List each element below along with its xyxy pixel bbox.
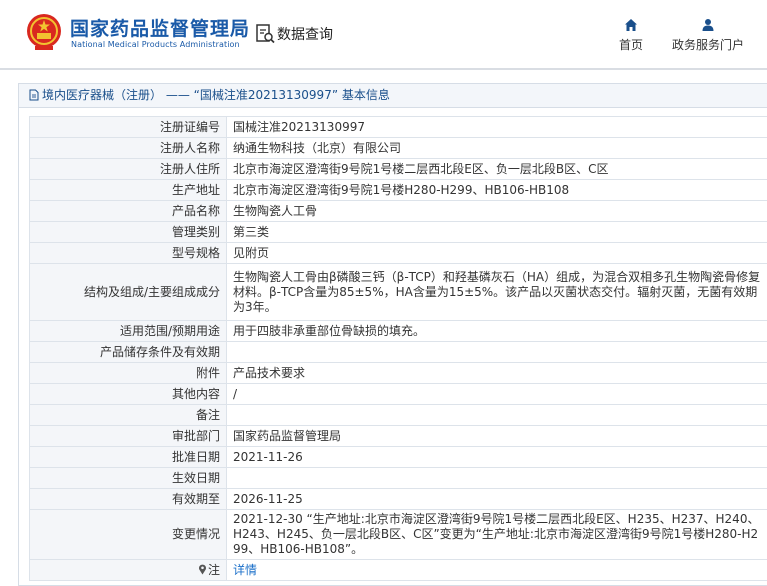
table-row: 注册人名称 纳通生物科技（北京）有限公司 [29, 137, 767, 159]
field-value: 见附页 [226, 242, 767, 264]
field-value: 国械注准20213130997 [226, 116, 767, 138]
field-label: 注册人住所 [29, 158, 227, 180]
field-value: 2026-11-25 [226, 488, 767, 510]
field-value: 2021-11-26 [226, 446, 767, 468]
field-value [226, 404, 767, 426]
field-value: 第三类 [226, 221, 767, 243]
registration-info-table: 注册证编号 国械注准20213130997 注册人名称 纳通生物科技（北京）有限公司… [29, 116, 767, 581]
field-value [226, 467, 767, 489]
field-value: 纳通生物科技（北京）有限公司 [226, 137, 767, 159]
field-value: 北京市海淀区澄湾街9号院1号楼H280-H299、HB106-HB108 [226, 179, 767, 201]
field-label: 生效日期 [29, 467, 227, 489]
field-value: 生物陶瓷人工骨由β磷酸三钙（β-TCP）和羟基磷灰石（HA）组成，为混合双相多孔… [226, 263, 767, 321]
table-row: 附件 产品技术要求 [29, 362, 767, 384]
field-label: 适用范围/预期用途 [29, 320, 227, 342]
document-search-icon [256, 24, 275, 44]
nav-home-label: 首页 [618, 38, 643, 52]
field-label: 批准日期 [29, 446, 227, 468]
field-label: 附件 [29, 362, 227, 384]
user-icon [702, 19, 714, 31]
table-row: 产品储存条件及有效期 [29, 341, 767, 363]
field-label: 产品储存条件及有效期 [29, 341, 227, 363]
field-value: 产品技术要求 [226, 362, 767, 384]
detail-panel: 境内医疗器械（注册） —— “国械注准20213130997” 基本信息 注册证… [18, 83, 767, 586]
table-row: 其他内容 / [29, 383, 767, 405]
details-link[interactable]: 详情 [226, 559, 767, 581]
field-label: 有效期至 [29, 488, 227, 510]
field-label: 变更情况 [29, 509, 227, 560]
field-value [226, 341, 767, 363]
national-emblem-logo [27, 14, 61, 50]
table-row: 适用范围/预期用途 用于四肢非承重部位骨缺损的填充。 [29, 320, 767, 342]
field-label: 其他内容 [29, 383, 227, 405]
table-row: 审批部门 国家药品监督管理局 [29, 425, 767, 447]
field-value: 2021-12-30 “生产地址:北京市海淀区澄湾街9号院1号楼二层西北段E区、… [226, 509, 767, 560]
table-row: 型号规格 见附页 [29, 242, 767, 264]
table-row: 批准日期 2021-11-26 [29, 446, 767, 468]
field-value: 生物陶瓷人工骨 [226, 200, 767, 222]
table-row: 生产地址 北京市海淀区澄湾街9号院1号楼H280-H299、HB106-HB108 [29, 179, 767, 201]
table-row: 有效期至 2026-11-25 [29, 488, 767, 510]
table-row: 注册证编号 国械注准20213130997 [29, 116, 767, 138]
nav-service-portal[interactable]: 政务服务门户 [670, 18, 746, 53]
table-row: 备注 [29, 404, 767, 426]
field-label: 注册人名称 [29, 137, 227, 159]
note-label-cell: 注 [29, 559, 227, 581]
field-label: 结构及组成/主要组成成分 [29, 263, 227, 321]
field-label: 备注 [29, 404, 227, 426]
field-label: 型号规格 [29, 242, 227, 264]
field-label: 审批部门 [29, 425, 227, 447]
org-name-en: National Medical Products Administration [71, 40, 240, 49]
field-label: 管理类别 [29, 221, 227, 243]
field-value: 用于四肢非承重部位骨缺损的填充。 [226, 320, 767, 342]
breadcrumb: 境内医疗器械（注册） —— “国械注准20213130997” 基本信息 [19, 84, 767, 108]
data-query-title[interactable]: 数据查询 [277, 24, 333, 44]
table-row: 注册人住所 北京市海淀区澄湾街9号院1号楼二层西北段E区、负一层北段B区、C区 [29, 158, 767, 180]
field-label: 产品名称 [29, 200, 227, 222]
table-row: 产品名称 生物陶瓷人工骨 [29, 200, 767, 222]
home-icon [625, 19, 637, 31]
field-value: 北京市海淀区澄湾街9号院1号楼二层西北段E区、负一层北段B区、C区 [226, 158, 767, 180]
table-row: 生效日期 [29, 467, 767, 489]
nav-service-label: 政务服务门户 [671, 38, 744, 52]
field-value: 国家药品监督管理局 [226, 425, 767, 447]
breadcrumb-text[interactable]: 境内医疗器械（注册） —— “国械注准20213130997” 基本信息 [42, 88, 390, 102]
org-name[interactable]: 国家药品监督管理局 [70, 14, 250, 41]
document-icon [29, 89, 39, 101]
field-label: 注 [207, 562, 220, 577]
nav-home[interactable]: 首页 [614, 18, 648, 53]
field-label: 生产地址 [29, 179, 227, 201]
field-value: / [226, 383, 767, 405]
table-row: 结构及组成/主要组成成分 生物陶瓷人工骨由β磷酸三钙（β-TCP）和羟基磷灰石（H… [29, 263, 767, 321]
table-row: 注 详情 [29, 559, 767, 581]
table-row: 变更情况 2021-12-30 “生产地址:北京市海淀区澄湾街9号院1号楼二层西北… [29, 509, 767, 560]
field-label: 注册证编号 [29, 116, 227, 138]
table-row: 管理类别 第三类 [29, 221, 767, 243]
pin-icon [198, 564, 206, 574]
site-header: 国家药品监督管理局 National Medical Products Admi… [0, 0, 767, 70]
